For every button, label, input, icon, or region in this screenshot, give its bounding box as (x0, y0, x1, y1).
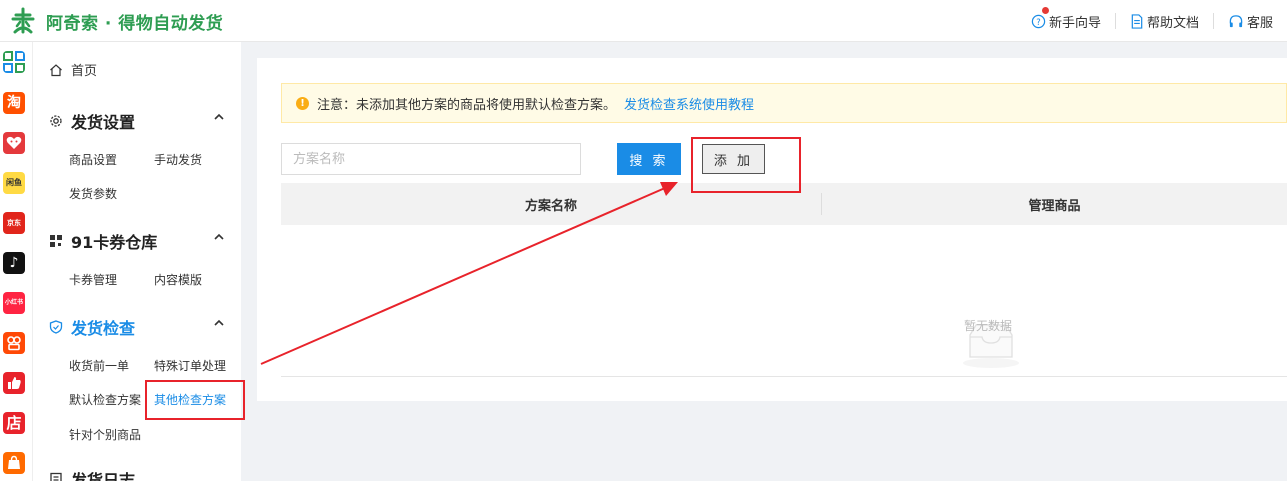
question-circle-icon: ? (1031, 14, 1046, 28)
search-button[interactable]: 搜 索 (617, 143, 681, 175)
qr-grid-icon (49, 234, 63, 248)
menu-item-before-receipt[interactable]: 收货前一单 (69, 357, 129, 374)
gear-icon (49, 114, 63, 128)
top-header: 阿奇索 · 得物自动发货 ? 新手向导 帮助文档 客服 (0, 0, 1287, 42)
svg-text:?: ? (1036, 16, 1040, 26)
xiaohongshu-icon[interactable]: 小红书 (3, 292, 25, 314)
shield-icon (49, 320, 63, 334)
menu-item-special-orders[interactable]: 特殊订单处理 (154, 357, 226, 374)
notice-text: 注意：未添加其他方案的商品将使用默认检查方案。 (317, 97, 617, 113)
menu-item-shipping-params[interactable]: 发货参数 (69, 185, 117, 202)
highlight-box-add (691, 137, 801, 193)
chevron-up-icon (214, 113, 224, 120)
tutorial-link[interactable]: 发货检查系统使用教程 (624, 94, 754, 113)
log-icon (49, 472, 63, 481)
menu-item-home[interactable]: 首页 (49, 60, 97, 79)
dian-icon[interactable]: 店 (3, 412, 25, 434)
menu-item-card-management[interactable]: 卡券管理 (69, 271, 117, 288)
kuaishou-icon[interactable] (3, 332, 25, 354)
chevron-up-icon (214, 319, 224, 326)
chevron-up-icon (214, 233, 224, 240)
section-title: 91卡券仓库 (71, 233, 158, 252)
customer-service-link[interactable]: 客服 (1214, 0, 1287, 42)
customer-service-label: 客服 (1246, 15, 1273, 31)
douyin-icon[interactable]: ♪ (3, 252, 25, 274)
empty-state-text: 暂无数据 (964, 319, 1013, 333)
shop-bag-icon[interactable] (3, 452, 25, 474)
menu-item-specific-products[interactable]: 针对个别商品 (69, 426, 141, 443)
notification-dot (1040, 6, 1050, 15)
section-title: 发货检查 (71, 319, 136, 338)
column-plan-name: 方案名称 (524, 198, 577, 214)
beginner-guide-label: 新手向导 (1048, 15, 1101, 31)
beginner-guide-link[interactable]: ? 新手向导 (1017, 0, 1115, 42)
menu-item-content-templates[interactable]: 内容模版 (154, 271, 202, 288)
headset-icon (1229, 14, 1243, 27)
document-icon (1131, 13, 1143, 29)
menu-item-product-settings[interactable]: 商品设置 (69, 151, 117, 168)
table-bottom-border (281, 376, 1287, 377)
warning-icon: ! (296, 96, 309, 110)
section-title: 发货设置 (71, 113, 136, 132)
taobao-icon[interactable]: 淘 (3, 92, 25, 114)
menu-item-default-check-plan[interactable]: 默认检查方案 (69, 391, 141, 408)
highlight-box-menu (145, 380, 245, 420)
platform-rail: 淘 闲鱼 京东 ♪ 小红书 店 (0, 42, 33, 481)
jd-icon[interactable]: 京东 (3, 212, 25, 234)
column-manage-products: 管理商品 (1028, 198, 1081, 214)
main-content: ! 注意：未添加其他方案的商品将使用默认检查方案。 发货检查系统使用教程 搜 索… (257, 58, 1287, 401)
menu-item-manual-shipping[interactable]: 手动发货 (154, 151, 202, 168)
menu-section-card-warehouse[interactable]: 91卡券仓库 (49, 229, 225, 253)
plan-name-search-input[interactable] (281, 143, 581, 175)
tmall-icon[interactable] (3, 132, 25, 154)
xianyu-icon[interactable]: 闲鱼 (3, 172, 25, 194)
menu-section-shipping-log[interactable]: 发货日志 (49, 467, 225, 481)
menu-section-shipping-settings[interactable]: 发货设置 (49, 109, 225, 133)
section-title: 发货日志 (71, 471, 136, 481)
logo-icon (11, 7, 35, 34)
help-docs-label: 帮助文档 (1146, 15, 1199, 31)
thumbs-up-icon[interactable] (3, 372, 25, 394)
notice-bar: ! 注意：未添加其他方案的商品将使用默认检查方案。 发货检查系统使用教程 (281, 83, 1287, 123)
menu-section-shipping-check[interactable]: 发货检查 (49, 315, 225, 339)
menu-home-label: 首页 (71, 64, 98, 79)
home-icon (50, 63, 62, 76)
help-docs-link[interactable]: 帮助文档 (1116, 0, 1213, 42)
app-title: 阿奇索 · 得物自动发货 (46, 14, 224, 34)
grid-apps-icon[interactable] (3, 51, 25, 73)
